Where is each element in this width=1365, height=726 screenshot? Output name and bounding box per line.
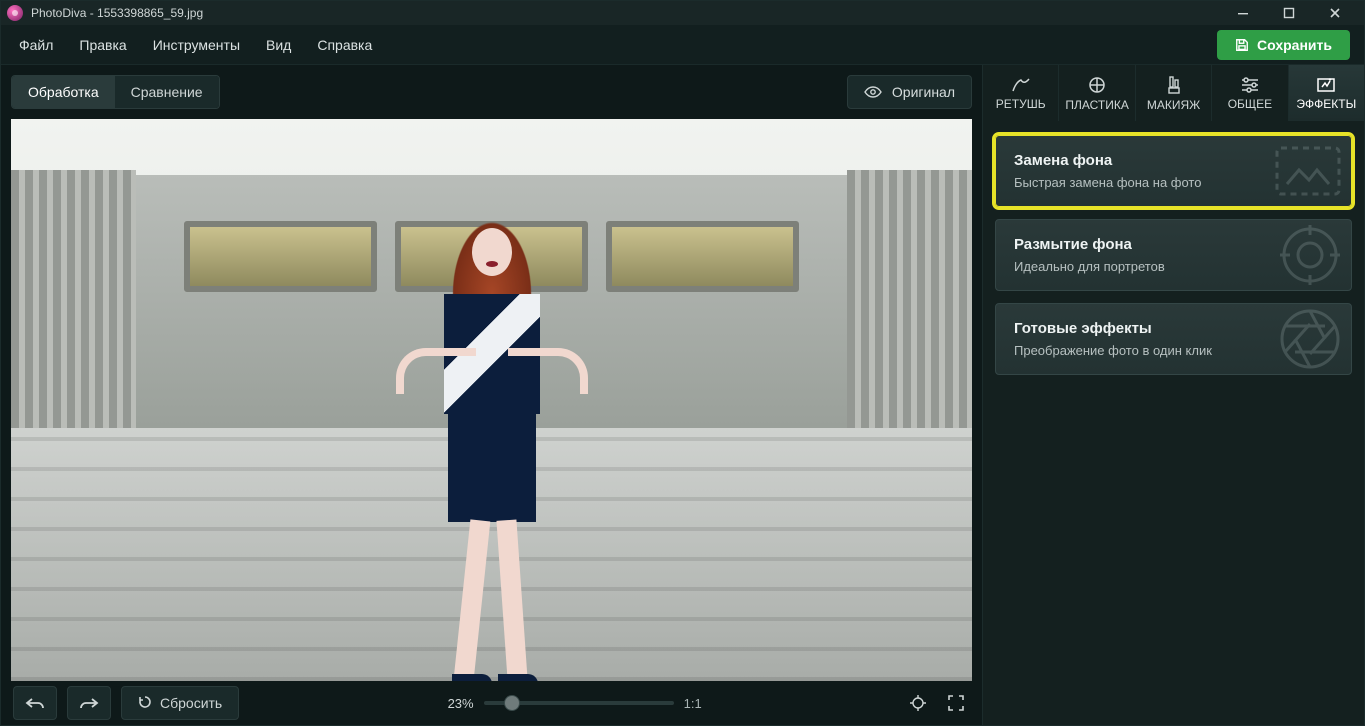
tab-plastica-label: ПЛАСТИКА (1065, 98, 1128, 112)
side-panel-tabs: РЕТУШЬ ПЛАСТИКА МАКИЯЖ ОБЩЕЕ ЭФФЕКТЫ (983, 65, 1364, 121)
effects-panel-body: Замена фона Быстрая замена фона на фото … (983, 121, 1364, 725)
canvas-wrap (11, 119, 972, 681)
app-window: PhotoDiva - 1553398865_59.jpg Файл Правк… (0, 0, 1365, 726)
window-buttons (1220, 1, 1358, 25)
tab-edit[interactable]: Обработка (12, 76, 115, 108)
menu-view[interactable]: Вид (254, 31, 303, 59)
zoom-1to1-label[interactable]: 1:1 (684, 696, 710, 711)
close-button[interactable] (1312, 1, 1358, 25)
save-button[interactable]: Сохранить (1217, 30, 1350, 60)
app-icon (7, 5, 23, 21)
zoom-slider-knob[interactable] (505, 696, 519, 710)
replace-bg-icon (1273, 144, 1343, 198)
tab-compare[interactable]: Сравнение (115, 76, 219, 108)
photo-content (11, 119, 972, 681)
workspace-bottombar: Сбросить 23% 1:1 (11, 681, 972, 725)
fullscreen-button[interactable] (942, 686, 970, 720)
workspace-topbar: Обработка Сравнение Оригинал (11, 75, 972, 109)
save-icon (1235, 38, 1249, 52)
titlebar: PhotoDiva - 1553398865_59.jpg (1, 1, 1364, 25)
workspace: Обработка Сравнение Оригинал (1, 65, 982, 725)
side-panel: РЕТУШЬ ПЛАСТИКА МАКИЯЖ ОБЩЕЕ ЭФФЕКТЫ (982, 65, 1364, 725)
save-label: Сохранить (1257, 37, 1332, 53)
card-replace-background[interactable]: Замена фона Быстрая замена фона на фото (995, 135, 1352, 207)
retouch-icon (1010, 76, 1032, 94)
card-preset-effects[interactable]: Готовые эффекты Преображение фото в один… (995, 303, 1352, 375)
sliders-icon (1240, 76, 1260, 94)
makeup-icon (1164, 75, 1184, 95)
view-mode-segment: Обработка Сравнение (11, 75, 220, 109)
card-blur-background[interactable]: Размытие фона Идеально для портретов (995, 219, 1352, 291)
tab-effects-label: ЭФФЕКТЫ (1296, 97, 1356, 111)
bottom-right-icons (904, 686, 970, 720)
app-body: Обработка Сравнение Оригинал (1, 65, 1364, 725)
tab-retouch-label: РЕТУШЬ (996, 97, 1046, 111)
tab-general-label: ОБЩЕЕ (1228, 97, 1272, 111)
redo-button[interactable] (67, 686, 111, 720)
zoom-controls: 23% 1:1 (249, 696, 894, 711)
tab-makeup[interactable]: МАКИЯЖ (1135, 65, 1211, 121)
eye-icon (864, 86, 882, 98)
menu-file[interactable]: Файл (7, 31, 65, 59)
aperture-icon (1277, 306, 1343, 372)
zoom-slider[interactable] (484, 701, 674, 705)
undo-button[interactable] (13, 686, 57, 720)
blur-bg-icon (1277, 222, 1343, 288)
reset-button[interactable]: Сбросить (121, 686, 239, 720)
reset-label: Сбросить (160, 695, 222, 711)
tab-effects[interactable]: ЭФФЕКТЫ (1288, 65, 1364, 121)
menu-edit[interactable]: Правка (67, 31, 138, 59)
tab-plastica[interactable]: ПЛАСТИКА (1058, 65, 1134, 121)
zoom-percent: 23% (434, 696, 474, 711)
show-original-button[interactable]: Оригинал (847, 75, 972, 109)
tab-general[interactable]: ОБЩЕЕ (1211, 65, 1287, 121)
minimize-button[interactable] (1220, 1, 1266, 25)
menubar: Файл Правка Инструменты Вид Справка Сохр… (1, 25, 1364, 65)
tab-retouch[interactable]: РЕТУШЬ (983, 65, 1058, 121)
window-title: PhotoDiva - 1553398865_59.jpg (31, 6, 203, 20)
image-canvas[interactable] (11, 119, 972, 681)
tab-makeup-label: МАКИЯЖ (1147, 98, 1200, 112)
menu-help[interactable]: Справка (305, 31, 384, 59)
fit-screen-button[interactable] (904, 686, 932, 720)
show-original-label: Оригинал (892, 84, 955, 100)
effects-icon (1316, 76, 1336, 94)
maximize-button[interactable] (1266, 1, 1312, 25)
menu-tools[interactable]: Инструменты (141, 31, 252, 59)
plastica-icon (1087, 75, 1107, 95)
reset-icon (138, 695, 152, 712)
